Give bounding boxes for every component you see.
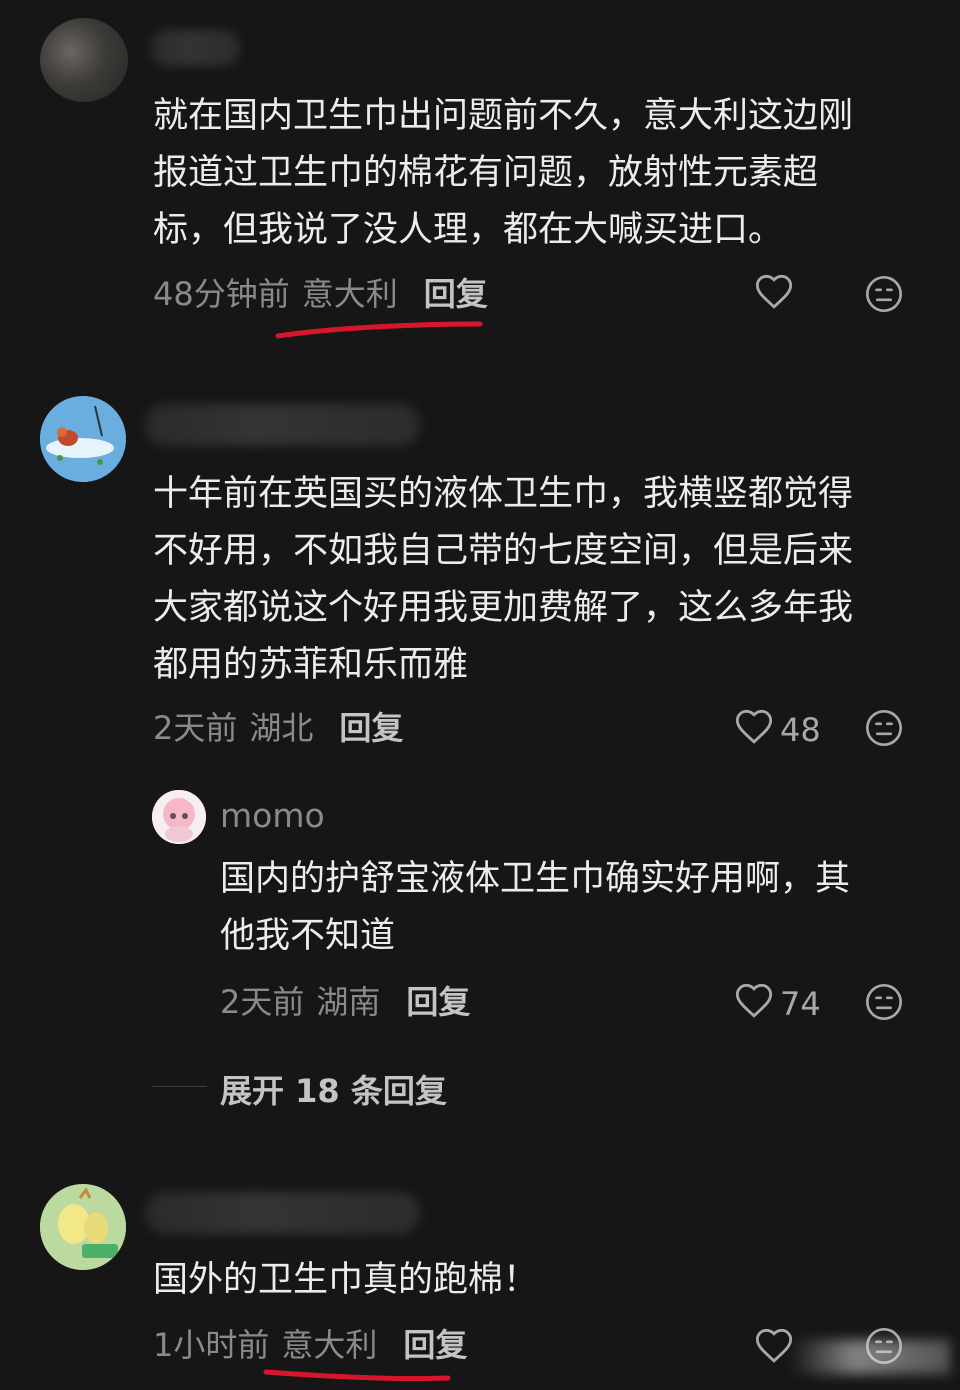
red-underline-annotation [263,1369,451,1382]
comment-line: 国外的卫生巾真的跑棉！ [153,1260,539,1300]
reply-button[interactable]: 回复 [424,275,488,313]
comment-line: 大家都说这个好用我更加费解了，这么多年我 [153,588,854,628]
comment-line: 不好用，不如我自己带的七度空间，但是后来 [153,531,854,571]
red-underline-annotation [275,321,483,339]
comment-line: 标，但我说了没人理，都在大喊买进口。 [153,210,784,250]
sub-reply-username[interactable]: momo [220,796,325,835]
username-blurred[interactable] [145,1192,420,1234]
location: 意大利 [281,1326,378,1364]
comment-line: 他我不知道 [220,916,396,956]
reply-button[interactable]: 回复 [406,983,470,1021]
heart-outline-icon [734,981,774,1027]
comment-meta: 48分钟前 意大利 回复 [153,274,488,314]
comment-line: 国内的护舒宝液体卫生巾确实好用啊，其 [220,859,851,899]
like-count: 48 [780,711,821,749]
location: 意大利 [301,275,398,313]
comment-text: 十年前在英国买的液体卫生巾，我横竖都觉得 不好用，不如我自己带的七度空间，但是后… [153,466,853,694]
username-blurred[interactable] [145,404,420,446]
expand-replies-button[interactable]: 展开 18 条回复 [220,1066,447,1112]
watermark-blur [790,1340,950,1374]
neutral-face-icon[interactable] [864,274,904,318]
sub-reply-text: 国内的护舒宝液体卫生巾确实好用啊，其 他我不知道 [220,851,850,965]
comment-text: 国外的卫生巾真的跑棉！ [153,1252,538,1309]
avatar[interactable] [40,396,126,482]
avatar[interactable] [40,18,128,102]
timestamp: 2天前 [220,983,305,1021]
timestamp: 1小时前 [153,1326,270,1364]
neutral-face-icon[interactable] [864,982,904,1026]
username-blurred[interactable] [150,30,240,66]
comment-line: 都用的苏菲和乐而雅 [153,645,469,685]
avatar[interactable] [40,1184,126,1270]
location: 湖北 [249,709,314,747]
sub-reply-meta: 2天前 湖南 回复 [220,982,470,1022]
location: 湖南 [316,983,381,1021]
heart-outline-icon [734,707,774,753]
comment-text: 就在国内卫生巾出问题前不久，意大利这边刚 报道过卫生巾的棉花有问题，放射性元素超… [153,88,853,259]
like-count: 74 [780,985,821,1023]
comment-meta: 1小时前 意大利 回复 [153,1325,467,1365]
reply-button[interactable]: 回复 [403,1326,467,1364]
heart-outline-icon [754,272,794,318]
like-button[interactable]: 48 [734,707,821,753]
expand-divider [152,1086,207,1087]
comment-line: 就在国内卫生巾出问题前不久，意大利这边刚 [153,96,854,136]
reply-button[interactable]: 回复 [339,709,403,747]
like-button[interactable]: 74 [734,981,821,1027]
comment-line: 十年前在英国买的液体卫生巾，我横竖都觉得 [153,474,854,514]
comment-line: 报道过卫生巾的棉花有问题，放射性元素超 [153,153,819,193]
timestamp: 48分钟前 [153,275,290,313]
like-button[interactable] [754,1326,794,1372]
comment-meta: 2天前 湖北 回复 [153,708,403,748]
neutral-face-icon[interactable] [864,708,904,752]
like-button[interactable] [754,272,794,318]
heart-outline-icon [754,1326,794,1372]
avatar[interactable] [152,790,206,844]
timestamp: 2天前 [153,709,238,747]
